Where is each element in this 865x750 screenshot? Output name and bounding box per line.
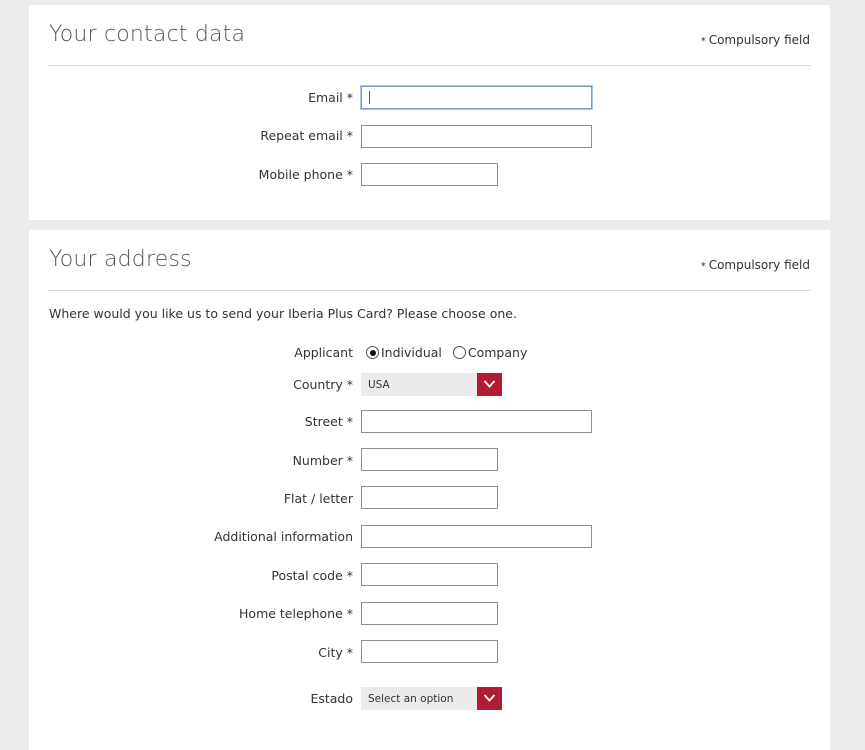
section-divider: [48, 290, 811, 291]
mobile-phone-field[interactable]: [361, 163, 498, 186]
estado-label: Estado: [310, 691, 353, 706]
estado-selected-value: Select an option: [368, 693, 454, 705]
street-label: Street *: [304, 414, 353, 429]
applicant-company-option[interactable]: Company: [452, 345, 528, 360]
chevron-down-icon: [483, 380, 496, 388]
compulsory-field-note: * Compulsory field: [701, 33, 810, 47]
compulsory-star: *: [700, 36, 706, 47]
flat-letter-label: Flat / letter: [283, 491, 353, 506]
country-label: Country *: [293, 377, 353, 392]
number-field[interactable]: [361, 448, 498, 471]
section-divider: [48, 65, 811, 66]
number-label: Number *: [292, 453, 353, 468]
chevron-down-icon: [483, 694, 496, 702]
address-panel: Your address * Compulsory field Where wou…: [29, 230, 830, 750]
mobile-phone-label: Mobile phone *: [258, 167, 353, 182]
applicant-individual-option[interactable]: Individual: [366, 345, 442, 360]
street-field[interactable]: [361, 410, 592, 433]
repeat-email-label: Repeat email *: [260, 128, 353, 143]
city-field[interactable]: [361, 640, 498, 663]
home-telephone-label: Home telephone *: [239, 606, 353, 621]
postal-code-field[interactable]: [361, 563, 498, 586]
applicant-radio-group: Individual Company: [366, 345, 534, 360]
contact-data-panel: Your contact data * Compulsory field Emai…: [29, 5, 830, 220]
country-select[interactable]: USA: [361, 373, 502, 396]
card-delivery-intro: Where would you like us to send your Ibe…: [49, 306, 517, 321]
contact-section-title: Your contact data: [49, 22, 246, 47]
radio-unchecked-icon[interactable]: [452, 346, 466, 359]
applicant-label: Applicant: [294, 345, 353, 360]
estado-select[interactable]: Select an option: [361, 687, 502, 710]
country-selected-value: USA: [368, 379, 390, 391]
email-field[interactable]: [361, 86, 592, 109]
additional-information-label: Additional information: [214, 529, 353, 544]
compulsory-text: Compulsory field: [708, 258, 810, 272]
home-telephone-field[interactable]: [361, 602, 498, 625]
radio-checked-icon[interactable]: [366, 346, 379, 359]
applicant-individual-label: Individual: [381, 345, 442, 360]
address-section-title: Your address: [49, 247, 192, 272]
text-caret: [369, 91, 370, 104]
flat-letter-field[interactable]: [361, 486, 498, 509]
compulsory-star: *: [700, 261, 706, 272]
repeat-email-field[interactable]: [361, 125, 592, 148]
postal-code-label: Postal code *: [271, 568, 353, 583]
compulsory-field-note: * Compulsory field: [701, 258, 810, 272]
email-label: Email *: [308, 90, 353, 105]
city-label: City *: [318, 645, 353, 660]
compulsory-text: Compulsory field: [708, 33, 810, 47]
estado-dropdown-button[interactable]: [477, 687, 502, 710]
additional-information-field[interactable]: [361, 525, 592, 548]
country-dropdown-button[interactable]: [477, 373, 502, 396]
applicant-company-label: Company: [467, 345, 528, 360]
